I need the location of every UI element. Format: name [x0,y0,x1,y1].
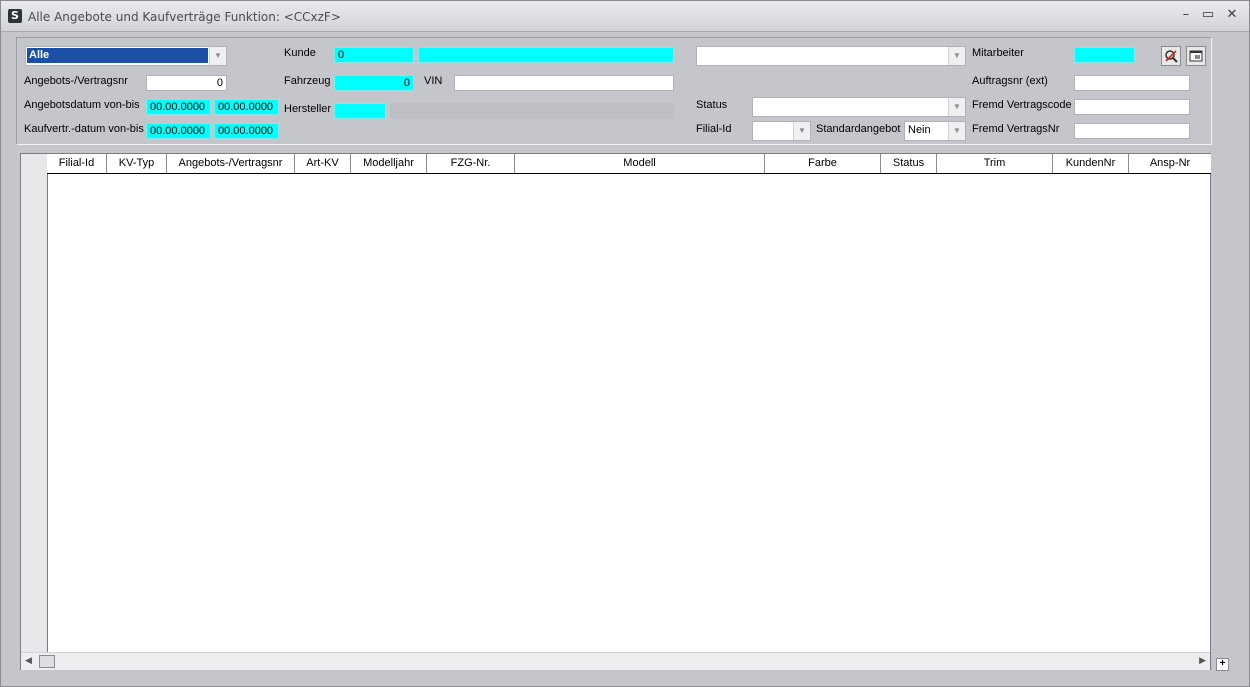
col-header-angebots-nr[interactable]: Angebots-/Vertragsnr [167,154,295,173]
app-icon: S [8,9,22,23]
auftragsnr-field[interactable] [1074,75,1190,91]
hersteller-label: Hersteller [284,103,332,115]
search-clear-icon [1165,50,1178,63]
main-window: S Alle Angebote und Kaufverträge Funktio… [0,0,1250,687]
scope-select[interactable]: Alle ▼ [25,46,227,66]
col-header-ansp-nr[interactable]: Ansp-Nr [1129,154,1211,173]
close-button[interactable]: ✕ [1224,7,1240,23]
chevron-down-icon[interactable]: ▼ [948,47,965,65]
kunde-nr-field[interactable]: 0 [334,47,414,63]
status-label: Status [696,99,728,111]
scroll-left-icon[interactable]: ◀ [25,655,32,666]
search-clear-button[interactable] [1161,46,1181,66]
col-header-art-kv[interactable]: Art-KV [295,154,351,173]
mitarbeiter-field[interactable] [1074,47,1135,63]
fremd-vertragsnr-field[interactable] [1074,123,1190,139]
angebots-nr-field[interactable]: 0 [146,75,227,91]
kaufvertr-label: Kaufvertr.-datum von-bis [24,123,144,135]
kunde-label: Kunde [284,47,316,59]
kunde-name-field[interactable] [418,47,674,63]
col-header-modell[interactable]: Modell [515,154,765,173]
chevron-down-icon[interactable]: ▼ [793,122,810,140]
window-title: Alle Angebote und Kaufverträge Funktion:… [28,10,341,24]
fahrzeug-label: Fahrzeug [284,75,331,87]
status-select[interactable]: ▼ [752,97,966,117]
scope-select-value: Alle [27,48,208,63]
hersteller-name-field [390,103,674,119]
row-header-column [21,154,48,652]
col-header-fzg-nr[interactable]: FZG-Nr. [427,154,515,173]
fremd-vertragscode-label: Fremd Vertragscode [972,99,1072,111]
vin-field[interactable] [454,75,674,91]
add-icon[interactable]: + [1216,658,1229,671]
col-header-filial-id[interactable]: Filial-Id [47,154,107,173]
grid-header: Filial-Id KV-Typ Angebots-/Vertragsnr Ar… [47,154,1211,174]
col-header-modelljahr[interactable]: Modelljahr [351,154,427,173]
fremd-vertragsnr-label: Fremd VertragsNr [972,123,1060,135]
auftragsnr-label: Auftragsnr (ext) [972,75,1048,87]
chevron-down-icon[interactable]: ▼ [209,47,226,65]
fahrzeug-field[interactable]: 0 [334,75,414,91]
filial-label: Filial-Id [696,123,732,135]
maximize-button[interactable]: ▭ [1200,7,1216,23]
hersteller-field[interactable] [334,103,386,119]
standardangebot-value: Nein [908,124,931,136]
chevron-down-icon[interactable]: ▼ [948,122,965,140]
horizontal-scrollbar[interactable]: ◀ ▶ [21,652,1210,670]
col-header-trim[interactable]: Trim [937,154,1053,173]
angebotsdatum-label: Angebotsdatum von-bis [24,99,140,111]
col-header-kundennr[interactable]: KundenNr [1053,154,1129,173]
angebots-nr-label: Angebots-/Vertragsnr [24,75,128,87]
standardangebot-label: Standardangebot [816,123,901,135]
kaufvertr-to-field[interactable]: 00.00.0000 [214,123,279,139]
scroll-thumb[interactable] [39,655,55,668]
chevron-down-icon[interactable]: ▼ [948,98,965,116]
angebotsdatum-to-field[interactable]: 00.00.0000 [214,99,279,115]
form-view-button[interactable] [1186,46,1206,66]
results-grid[interactable]: Filial-Id KV-Typ Angebots-/Vertragsnr Ar… [20,153,1211,670]
minimize-button[interactable]: – [1178,7,1194,23]
fremd-vertragscode-field[interactable] [1074,99,1190,115]
form-icon [1189,50,1203,62]
kaufvertr-from-field[interactable]: 00.00.0000 [146,123,211,139]
vin-label: VIN [424,75,443,87]
angebotsdatum-from-field[interactable]: 00.00.0000 [146,99,211,115]
mitarbeiter-label: Mitarbeiter [972,47,1024,59]
col-header-status[interactable]: Status [881,154,937,173]
col-header-kv-typ[interactable]: KV-Typ [107,154,167,173]
title-bar: S Alle Angebote und Kaufverträge Funktio… [1,1,1249,32]
col-header-farbe[interactable]: Farbe [765,154,881,173]
filial-select[interactable]: ▼ [752,121,811,141]
standardangebot-select[interactable]: Nein ▼ [904,121,966,141]
scroll-right-icon[interactable]: ▶ [1199,655,1206,666]
top-combo[interactable]: ▼ [696,46,966,66]
